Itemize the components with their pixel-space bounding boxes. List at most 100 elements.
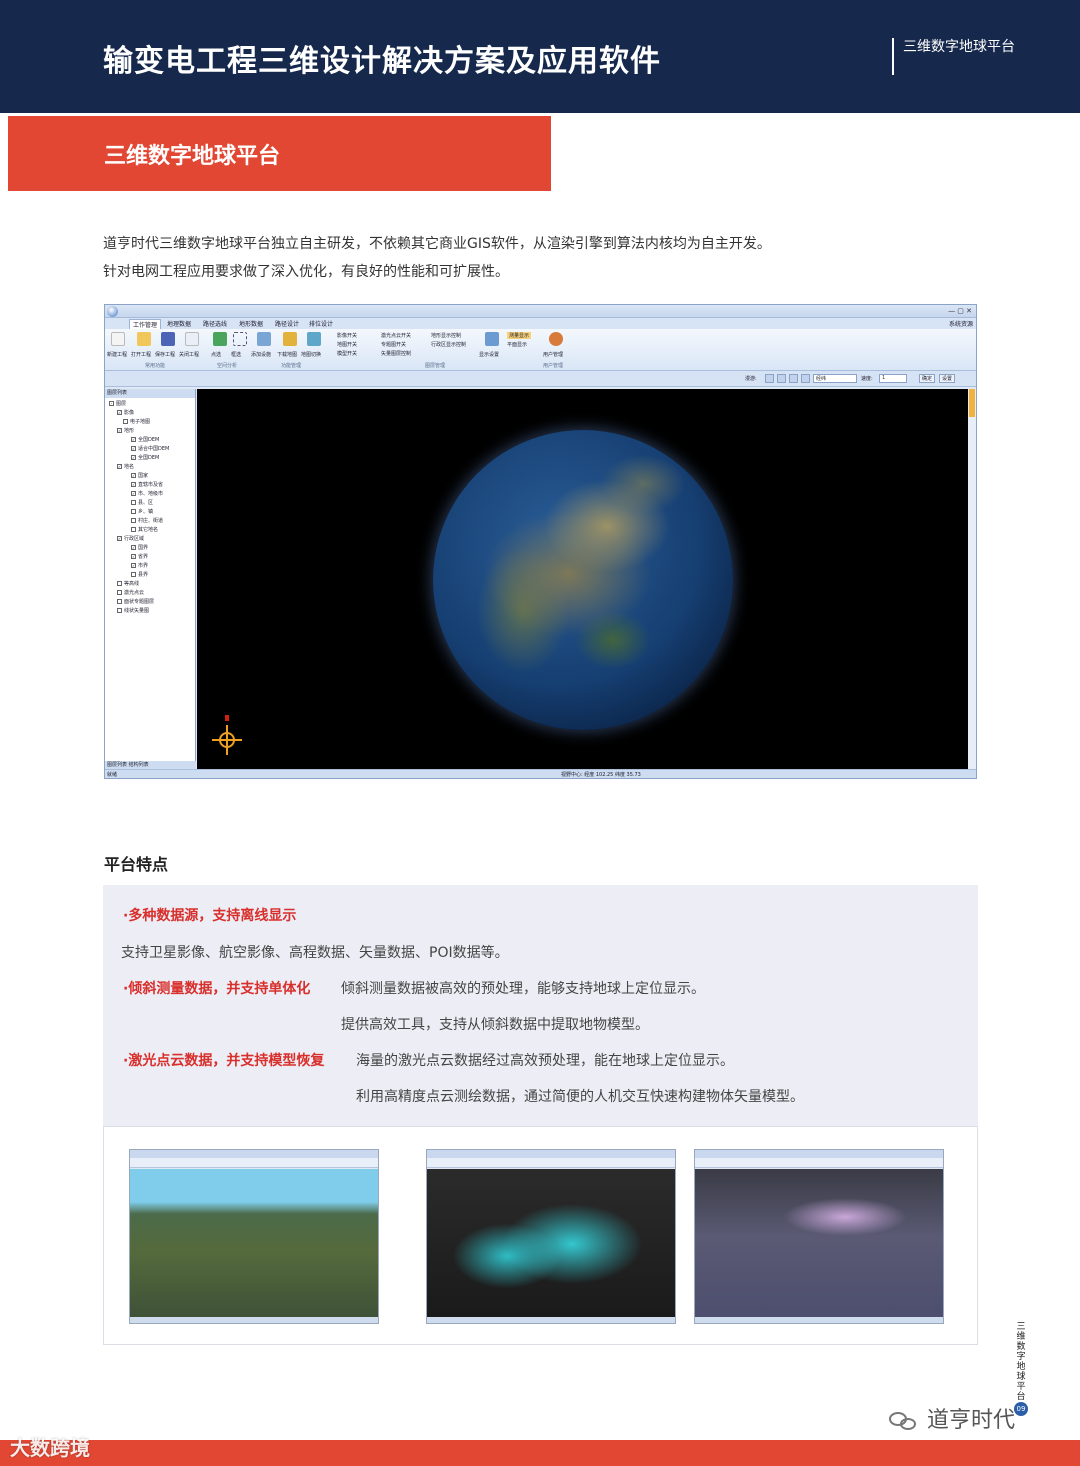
ribbon-label: 显示设置 (479, 352, 500, 358)
new-file-icon (111, 332, 125, 346)
footer-bar (0, 1440, 1080, 1466)
download-map-icon (283, 332, 297, 346)
ribbon-check: 行政区显示控制 (431, 342, 467, 348)
features-heading: 平台特点 (104, 855, 169, 874)
compass-crosshair-icon (212, 715, 242, 755)
point-cloud-screenshot (694, 1149, 944, 1324)
ribbon-group-label: 常用功能 (145, 363, 166, 369)
page-header: 输变电工程三维设计解决方案及应用软件 三维数字地球平台 (0, 0, 1080, 113)
app-statusbar: 就绪 视野中心: 经度 102.25 纬度 35.73 (105, 769, 976, 778)
tree-item: 其它地名 (131, 526, 158, 533)
app-menubar: 工作管理 地理数据 路径选线 地形数据 路径设计 排位设计 系统资源 (105, 318, 976, 329)
wechat-account-mark: 道亨时代 (889, 1402, 1015, 1434)
ribbon-check: 专题图开关 (381, 342, 407, 348)
oblique-terrain-screenshot (129, 1149, 379, 1324)
save-icon (161, 332, 175, 346)
feature-heading: ·激光点云数据，并支持模型恢复 (123, 1053, 325, 1069)
tree-item: ✓ 地名 (117, 464, 135, 470)
tree-item: ✓ 全国DEM (131, 455, 160, 461)
confirm-button: 确定 (919, 374, 936, 383)
app-titlebar: — ▢ ✕ (105, 305, 976, 318)
wechat-icon (889, 1410, 919, 1432)
layer-tree-header: 图层列表 (105, 389, 195, 398)
ribbon-label: 新建工程 (107, 352, 128, 358)
tree-item: 激光点云 (117, 589, 144, 596)
menu-item: 排位设计 (309, 321, 334, 328)
wechat-account-name: 道亨时代 (927, 1408, 1016, 1433)
status-coordinates: 视野中心: 经度 102.25 纬度 35.73 (561, 772, 641, 778)
feature-desc: 支持卫星影像、航空影像、高程数据、矢量数据、POI数据等。 (121, 945, 509, 961)
ribbon-label: 点选 (211, 352, 222, 358)
ribbon-group-label: 图层管理 (425, 363, 446, 369)
software-screenshot: — ▢ ✕ 工作管理 地理数据 路径选线 地形数据 路径设计 排位设计 系统资源… (104, 304, 977, 779)
toolbar-icon (801, 374, 810, 383)
side-section-label: 三维数字地球平台 (1016, 1322, 1026, 1402)
menu-item: 路径设计 (275, 321, 300, 328)
intro-line-1: 道亨时代三维数字地球平台独立自主研发，不依赖其它商业GIS软件，从渲染引擎到算法… (103, 236, 771, 252)
page-title: 输变电工程三维设计解决方案及应用软件 (103, 44, 661, 79)
feature-desc: 海量的激光点云数据经过高效预处理，能在地球上定位显示。 (356, 1053, 734, 1069)
ribbon-check: 影像开关 (337, 333, 358, 339)
intro-paragraph: 道亨时代三维数字地球平台独立自主研发，不依赖其它商业GIS软件，从渲染引擎到算法… (103, 230, 771, 286)
ribbon-check: 地图开关 (337, 342, 358, 348)
ribbon-label: 用户管理 (543, 352, 564, 358)
ribbon-group-label: 用户管理 (543, 363, 564, 369)
earth-globe-image (433, 430, 733, 730)
menu-item: 系统资源 (949, 321, 974, 328)
layer-tree-panel: 图层列表 - 图层 ✓ 影像 电子地图 ✓ 地形 ✓ 全国DEM ✓ 适合中国DEM ✓ 全… (105, 389, 196, 770)
window-controls: — ▢ ✕ (948, 307, 972, 315)
feature-desc: 利用高精度点云测绘数据，通过简便的人机交互快速构建物体矢量模型。 (356, 1089, 804, 1105)
features-panel: ·多种数据源，支持离线显示 支持卫星影像、航空影像、高程数据、矢量数据、POI数… (103, 885, 978, 1126)
side-scrollbar (968, 389, 976, 770)
tree-item: 村庄、街道 (131, 517, 163, 524)
ribbon-label: 框选 (231, 352, 242, 358)
section-banner: 三维数字地球平台 (8, 116, 551, 191)
status-text: 就绪 (107, 772, 118, 778)
menu-item: 地理数据 (167, 321, 192, 328)
roam-mode-select: 经纬 (813, 374, 857, 383)
app-toolbar: 漫游: 经纬 速度: 1 确定 设置 (105, 371, 976, 387)
tree-item: ✓ 国界 (131, 545, 149, 551)
speed-input: 1 (879, 374, 907, 383)
tree-item: ✓ 直辖市及省 (131, 482, 164, 488)
add-facility-icon (257, 332, 271, 346)
box-select-icon (233, 332, 247, 346)
tree-item: ✓ 影像 (117, 410, 135, 416)
building-model-screenshot (426, 1149, 676, 1324)
app-logo-icon (107, 306, 118, 317)
section-banner-title: 三维数字地球平台 (104, 144, 281, 169)
ribbon-group-label: 空间分析 (217, 363, 238, 369)
tree-item: ✓ 全国DEM (131, 437, 160, 443)
feature-desc: 倾斜测量数据被高效的预处理，能够支持地球上定位显示。 (341, 981, 705, 997)
toolbar-icon (777, 374, 786, 383)
speed-label: 速度: (861, 376, 873, 382)
menu-item: 地形数据 (239, 321, 264, 328)
ribbon-check: 激光点云开关 (381, 333, 412, 339)
tree-item: 面状专题图层 (117, 598, 154, 605)
page-number: 09 (1014, 1402, 1028, 1416)
app-ribbon: 新建工程 打开工程 保存工程 关闭工程 点选 框选 添加设施 下载地图 地图切换… (105, 329, 976, 371)
user-icon (549, 332, 563, 346)
ribbon-label: 下载地图 (277, 352, 298, 358)
tree-item: ✓ 行政区域 (117, 536, 145, 542)
roam-label: 漫游: (745, 376, 757, 382)
display-settings-icon (485, 332, 499, 346)
tree-item: ✓ 地形 (117, 428, 135, 434)
ribbon-highlight: 测量显示 (507, 332, 532, 339)
point-select-icon (213, 332, 227, 346)
ribbon-check: 地形显示控制 (431, 333, 462, 339)
open-folder-icon (137, 332, 151, 346)
ribbon-group-label: 功能管理 (281, 363, 302, 369)
ribbon-label: 添加设施 (251, 352, 272, 358)
toolbar-icon (765, 374, 774, 383)
ribbon-label: 地图切换 (301, 352, 322, 358)
watermark: 大数跨境 (10, 1436, 90, 1460)
tree-item: ✓ 省界 (131, 554, 149, 560)
screenshot-gallery (103, 1126, 978, 1345)
tree-item: 县界 (131, 571, 148, 578)
toolbar-icon (789, 374, 798, 383)
globe-viewport (197, 389, 968, 770)
feature-desc: 提供高效工具，支持从倾斜数据中提取地物模型。 (341, 1017, 649, 1033)
header-section-label: 三维数字地球平台 (903, 39, 1015, 55)
map-switch-icon (307, 332, 321, 346)
